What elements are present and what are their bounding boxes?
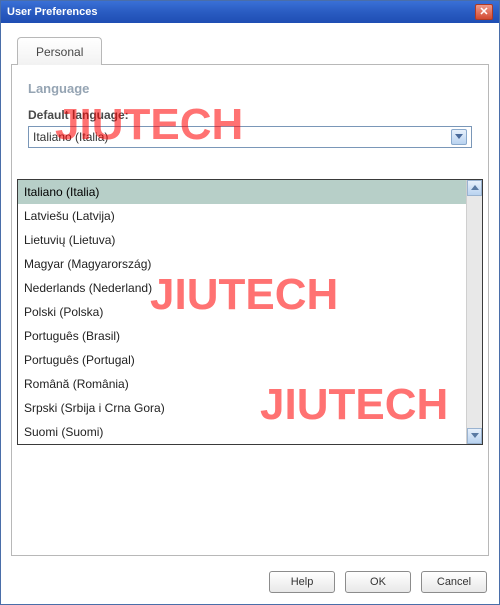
dialog-body: Personal Language Default language: Ital… <box>1 23 499 560</box>
user-preferences-window: User Preferences ✕ Personal Language Def… <box>0 0 500 605</box>
default-language-combo[interactable]: Italiano (Italia) <box>28 126 472 148</box>
chevron-down-icon <box>471 433 479 439</box>
ok-button[interactable]: OK <box>345 571 411 593</box>
default-language-label: Default language: <box>28 108 472 122</box>
section-heading-language: Language <box>28 81 472 96</box>
titlebar: User Preferences ✕ <box>1 1 499 23</box>
help-button[interactable]: Help <box>269 571 335 593</box>
dropdown-scrollbar[interactable] <box>466 180 482 444</box>
combo-selected-value: Italiano (Italia) <box>33 130 451 144</box>
language-option[interactable]: Português (Brasil) <box>18 324 466 348</box>
cancel-button-label: Cancel <box>437 576 471 588</box>
language-option[interactable]: Polski (Polska) <box>18 300 466 324</box>
cancel-button[interactable]: Cancel <box>421 571 487 593</box>
language-option[interactable]: Português (Portugal) <box>18 348 466 372</box>
language-option[interactable]: Italiano (Italia) <box>18 180 466 204</box>
scroll-up-button[interactable] <box>467 180 482 196</box>
language-option[interactable]: Nederlands (Nederland) <box>18 276 466 300</box>
language-option[interactable]: Lietuvių (Lietuva) <box>18 228 466 252</box>
close-icon: ✕ <box>479 7 488 18</box>
chevron-up-icon <box>471 185 479 191</box>
button-bar: Help OK Cancel <box>1 560 499 604</box>
language-option[interactable]: Magyar (Magyarország) <box>18 252 466 276</box>
tab-personal[interactable]: Personal <box>17 37 102 65</box>
language-dropdown-list: Italiano (Italia)Latviešu (Latvija)Lietu… <box>18 180 466 444</box>
language-option[interactable]: Latviešu (Latvija) <box>18 204 466 228</box>
close-button[interactable]: ✕ <box>475 4 493 20</box>
language-option[interactable]: Srpski (Srbija i Crna Gora) <box>18 396 466 420</box>
language-dropdown: Italiano (Italia)Latviešu (Latvija)Lietu… <box>17 179 483 445</box>
combo-arrow-button[interactable] <box>451 129 467 145</box>
scroll-down-button[interactable] <box>467 428 482 444</box>
help-button-label: Help <box>291 576 314 588</box>
tab-personal-label: Personal <box>36 45 83 59</box>
window-title: User Preferences <box>7 6 98 18</box>
tabstrip: Personal <box>11 37 489 65</box>
language-option[interactable]: Suomi (Suomi) <box>18 420 466 444</box>
ok-button-label: OK <box>370 576 386 588</box>
chevron-down-icon <box>455 134 463 140</box>
language-option[interactable]: Română (România) <box>18 372 466 396</box>
